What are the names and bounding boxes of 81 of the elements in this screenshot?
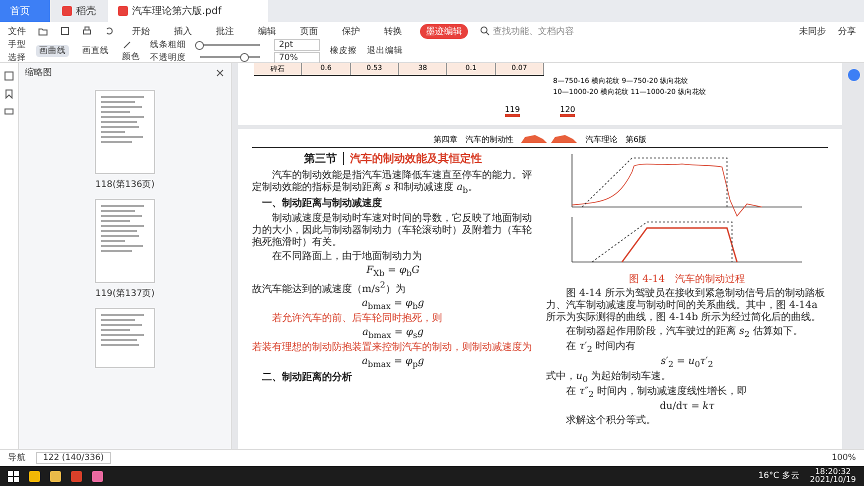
search-field[interactable]: 查找功能、文档内容 [480, 24, 574, 38]
paragraph-text: 汽车的制动效能是指汽车迅速降低车速直至停车的能力。评定制动效能的指标是制动距离 s 和制动减速度 a$_{b}$。 [252, 170, 533, 196]
book-header: 汽车理论 第6版 [585, 134, 647, 144]
menu-tab[interactable]: 转换 [378, 24, 408, 38]
sync-status[interactable]: 未同步 [799, 24, 826, 38]
formula-text: a$_{bmax}$ = φ$_{b}$g [360, 298, 426, 312]
windows-logo-icon[interactable] [8, 470, 19, 482]
formula-text: F$_{Xb}$ = φ$_{b}$G [365, 265, 421, 278]
paragraph-text: 在 τ″$_{2}$ 时间内，制动减速度线性增长，即 [565, 386, 748, 399]
menu-tab[interactable]: 插入 [168, 24, 198, 38]
zoom-level[interactable]: 100% [832, 453, 856, 463]
section-title: 汽车的制动效能及其恒定性 [350, 152, 482, 166]
page-thumbnail[interactable] [95, 199, 155, 283]
menu-tab[interactable]: 墨迹编辑 [420, 24, 468, 38]
thickness-label: 线条粗细 [150, 38, 186, 50]
select-tool[interactable]: 选择 [8, 52, 26, 64]
undo-icon[interactable] [104, 26, 114, 36]
slider-thumb[interactable] [195, 40, 204, 50]
panel-title: 缩略图 [25, 66, 52, 79]
thumbnail-label: 118(第136页) [95, 178, 155, 191]
paragraph-text: 制动减速度是制动时车速对时间的导数，它反映了地面制动力的大小，因此与制动器制动力（车轮滚动时）及附着力（车轮抱死拖滑时）有关。 [252, 213, 533, 250]
section-number: 第三节 [304, 152, 344, 166]
app-icon[interactable] [71, 470, 82, 482]
formula-text: s′$_{2}$ = u$_{0}$τ′$_{2}$ [660, 356, 714, 369]
close-icon[interactable] [215, 68, 225, 78]
open-folder-icon[interactable] [38, 26, 48, 36]
hand-tool[interactable]: 手型 [8, 38, 26, 50]
folder-icon[interactable] [50, 470, 61, 482]
page-number: 119 [504, 105, 520, 117]
draw-tool-button[interactable]: 画曲线 [36, 45, 69, 57]
thumbnail-label: 119(第137页) [95, 288, 155, 300]
search-icon[interactable] [480, 26, 490, 36]
paragraph-text: 在不同路面上，由于地面制动力为 [271, 251, 423, 264]
formula-text: a$_{bmax}$ = φ$_{s}$g [361, 327, 425, 340]
chapter-header: 第四章 汽车的制动性 [433, 134, 514, 144]
share-button[interactable]: 分享 [838, 24, 856, 38]
menu-tab[interactable]: 保护 [336, 24, 366, 38]
bookmark-icon[interactable] [4, 89, 14, 99]
car-icon [519, 133, 580, 145]
color-button[interactable]: 颜色 [122, 50, 140, 62]
slider-thumb[interactable] [240, 52, 249, 62]
tab[interactable]: 汽车理论第六版.pdf [108, 0, 268, 22]
opacity-label: 不透明度 [150, 52, 186, 64]
formula-text: du/dτ = kτ [658, 400, 716, 413]
paragraph-text: 若装有理想的制动防抱装置来控制汽车的制动，则制动减速度为 [252, 342, 533, 354]
page-number: 120 [560, 105, 576, 117]
exit-edit-button[interactable]: 退出编辑 [367, 45, 403, 57]
weather-text[interactable]: 16°C 多云 [758, 470, 800, 482]
menu-tab[interactable]: 编辑 [252, 24, 282, 38]
paragraph-text: 故汽车能达到的减速度（m/s$^{2}$）为 [252, 280, 406, 296]
app-logo-icon [118, 6, 128, 16]
paragraph-text: 在制动器起作用阶段，汽车驶过的距离 s$_{2}$ 估算如下。 [565, 326, 804, 339]
tab[interactable]: 首页 [0, 0, 50, 22]
thumbnail-icon[interactable] [4, 71, 14, 81]
file-menu[interactable]: 文件 [8, 24, 26, 38]
clock[interactable]: 18:20:32 2021/10/19 [810, 468, 856, 484]
page-field[interactable]: 122 (140/336) [36, 452, 111, 464]
paragraph-text: 求解这个积分等式。 [565, 414, 657, 427]
app-logo-icon [62, 6, 72, 16]
subsection-heading: 一、制动距离与制动减速度 [262, 198, 383, 210]
assistant-button[interactable] [848, 69, 860, 81]
draw-tool-button[interactable]: 画直线 [79, 45, 112, 57]
menu-tab[interactable]: 批注 [210, 24, 240, 38]
formula-text: a$_{bmax}$ = φ$_{p}$g [360, 356, 426, 370]
paragraph-text: 式中，u$_{0}$ 为起始制动车速。 [546, 370, 672, 384]
browser-icon[interactable] [29, 470, 40, 482]
paragraph-text: 图 4-14 所示为驾驶员在接收到紧急制动信号后的制动踏板力、汽车制动减速度与制动时间的关系曲线。其中，图 4-14a 所示为实际测得的曲线，图 4-14b 所示为经过简化后的曲线。 [546, 288, 826, 324]
thickness-field[interactable]: 2pt [274, 38, 320, 50]
menu-tab[interactable]: 开始 [126, 24, 156, 38]
figure-caption: 图 4-14 汽车的制动过程 [628, 274, 746, 286]
menu-tab[interactable]: 页面 [294, 24, 324, 38]
eraser-button[interactable]: 橡皮擦 [330, 45, 357, 57]
navigation-button[interactable]: 导航 [8, 452, 26, 464]
page-thumbnail[interactable] [95, 308, 155, 368]
print-icon[interactable] [82, 26, 92, 36]
app-icon[interactable] [92, 470, 103, 482]
page-thumbnail[interactable] [95, 90, 155, 174]
paragraph-text: 若允许汽车的前、后车轮同时抱死，则 [271, 313, 443, 326]
pen-icon[interactable] [122, 40, 132, 50]
subsection-heading: 二、制动距离的分析 [262, 372, 353, 384]
paragraph-text: 在 τ′$_{2}$ 时间内有 [565, 340, 637, 354]
